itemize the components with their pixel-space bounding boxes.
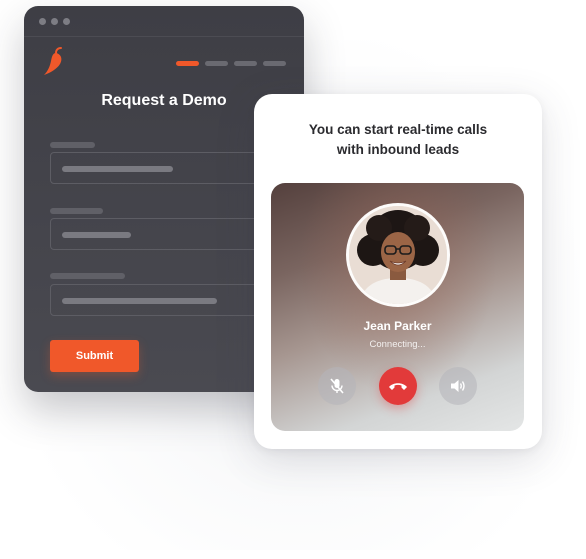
phone-hangup-icon [389,383,407,390]
call-heading: You can start real-time calls with inbou… [254,120,542,160]
submit-button[interactable]: Submit [50,340,139,372]
window-dot-minimize[interactable] [51,17,58,25]
progress-step-1 [176,61,199,66]
caller-name: Jean Parker [363,319,432,333]
hang-up-button[interactable] [379,367,417,405]
field-value-placeholder-1 [62,166,173,172]
video-call-panel: Jean Parker Connecting... [271,183,524,431]
progress-step-2 [205,61,228,66]
form-progress-steps [176,61,286,66]
call-heading-line-1: You can start real-time calls [308,122,488,137]
speaker-icon [451,380,465,392]
avatar [346,203,450,307]
caller-portrait-image [349,206,447,304]
field-value-placeholder-3 [62,298,217,304]
progress-step-4 [263,61,286,66]
speaker-button[interactable] [439,367,477,405]
progress-step-3 [234,61,257,66]
chili-pepper-logo-icon [44,47,62,75]
mute-button[interactable] [318,367,356,405]
call-heading-line-2: with inbound leads [336,142,460,157]
field-label-placeholder-3 [50,273,125,279]
window-titlebar [24,6,304,37]
call-status: Connecting... [369,339,426,350]
window-dot-maximize[interactable] [63,17,70,25]
field-label-placeholder-2 [50,208,103,214]
call-card: You can start real-time calls with inbou… [254,94,542,449]
microphone-off-icon [330,378,344,394]
field-value-placeholder-2 [62,232,131,238]
window-dot-close[interactable] [39,17,46,25]
field-label-placeholder-1 [50,142,95,148]
